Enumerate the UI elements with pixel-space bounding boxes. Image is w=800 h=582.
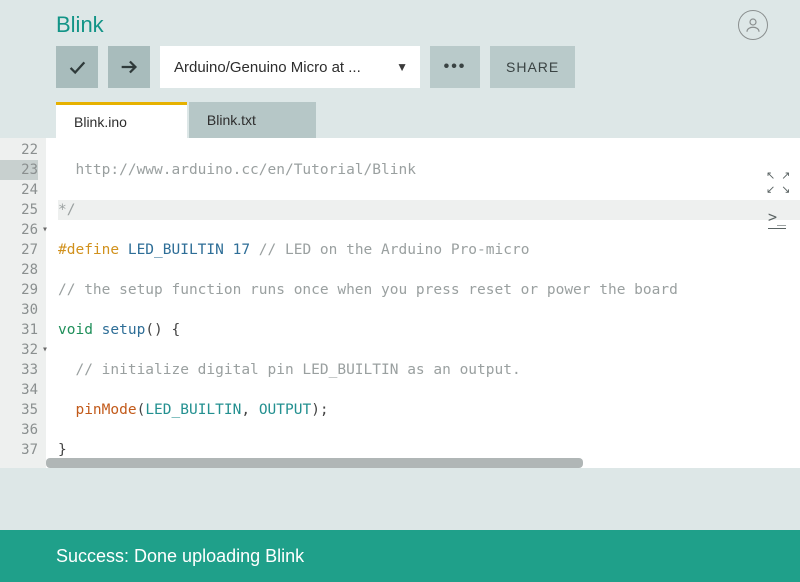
page-title: Blink bbox=[56, 12, 104, 38]
arrow-right-icon bbox=[118, 56, 140, 78]
line-gutter: 22 23 24 25 26 27 28 29 30 31 32 33 34 3… bbox=[0, 138, 46, 468]
board-select[interactable]: Arduino/Genuino Micro at ... ▼ bbox=[160, 46, 420, 88]
chevron-down-icon: ▼ bbox=[396, 60, 408, 74]
status-message: Success: Done uploading Blink bbox=[56, 546, 304, 567]
upload-button[interactable] bbox=[108, 46, 150, 88]
user-icon bbox=[744, 16, 762, 34]
check-icon bbox=[66, 56, 88, 78]
status-bar: Success: Done uploading Blink bbox=[0, 530, 800, 582]
toolbar: Arduino/Genuino Micro at ... ▼ ••• SHARE bbox=[0, 46, 800, 102]
board-select-label: Arduino/Genuino Micro at ... bbox=[174, 59, 361, 76]
tab-bar: Blink.ino Blink.txt bbox=[0, 102, 800, 138]
verify-button[interactable] bbox=[56, 46, 98, 88]
share-button[interactable]: SHARE bbox=[490, 46, 575, 88]
horizontal-scrollbar[interactable] bbox=[46, 458, 792, 468]
code-area[interactable]: http://www.arduino.cc/en/Tutorial/Blink … bbox=[46, 138, 800, 468]
user-avatar[interactable] bbox=[738, 10, 768, 40]
scrollbar-thumb[interactable] bbox=[46, 458, 583, 468]
tab-blink-txt[interactable]: Blink.txt bbox=[189, 102, 316, 138]
code-editor[interactable]: 22 23 24 25 26 27 28 29 30 31 32 33 34 3… bbox=[0, 138, 800, 468]
fullscreen-icon[interactable]: ↖↗↙↘ bbox=[766, 172, 788, 194]
more-button[interactable]: ••• bbox=[430, 46, 480, 88]
tab-blink-ino[interactable]: Blink.ino bbox=[56, 102, 187, 138]
command-panel-icon[interactable]: >_ bbox=[768, 208, 786, 229]
